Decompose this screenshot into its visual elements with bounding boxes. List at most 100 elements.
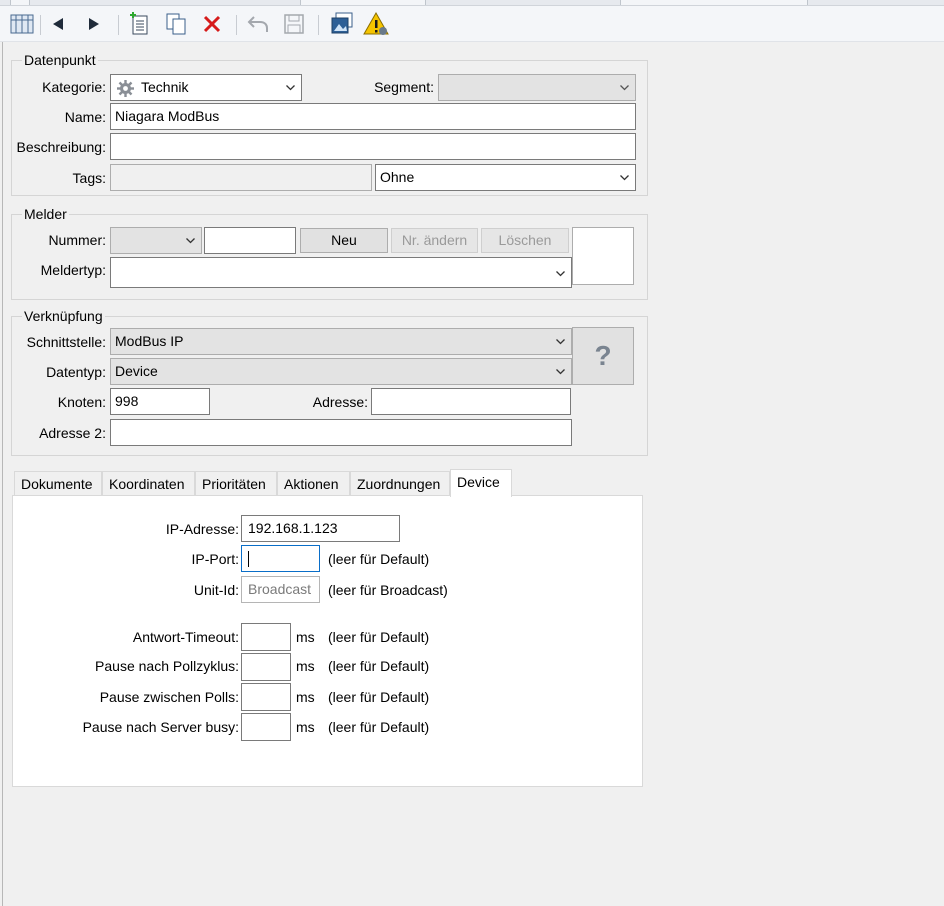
toolbar-separator bbox=[40, 15, 41, 35]
schnittstelle-value: ModBus IP bbox=[115, 333, 184, 349]
top-tab-fragment bbox=[620, 0, 808, 5]
datentyp-label: Datentyp: bbox=[46, 364, 106, 380]
chevron-down-icon bbox=[620, 175, 629, 181]
toolbar bbox=[0, 6, 944, 42]
gear-icon bbox=[117, 80, 134, 97]
datentyp-value: Device bbox=[115, 363, 158, 379]
chevron-down-icon bbox=[186, 238, 195, 244]
tags-input[interactable] bbox=[110, 164, 372, 191]
copy-button[interactable] bbox=[162, 10, 190, 38]
default-hint: (leer für Default) bbox=[328, 658, 430, 674]
tab-aktionen[interactable]: Aktionen bbox=[277, 471, 350, 496]
tags-label: Tags: bbox=[72, 170, 106, 186]
unit-id-input[interactable]: Broadcast bbox=[241, 576, 320, 603]
alarm-button[interactable] bbox=[362, 10, 390, 38]
adresse2-label: Adresse 2: bbox=[39, 425, 106, 441]
nr-aendern-button[interactable]: Nr. ändern bbox=[391, 228, 478, 253]
segment-select[interactable] bbox=[438, 74, 636, 101]
nummer-label: Nummer: bbox=[48, 232, 106, 248]
antwort-timeout-label: Antwort-Timeout: bbox=[132, 629, 239, 645]
ip-adresse-label: IP-Adresse: bbox=[165, 521, 239, 537]
device-tab-panel: IP-Adresse: 192.168.1.123 IP-Port: (leer… bbox=[12, 495, 643, 787]
adresse2-input[interactable] bbox=[110, 419, 572, 446]
delete-icon bbox=[203, 15, 221, 33]
window-left-border bbox=[2, 42, 3, 906]
delete-button[interactable] bbox=[198, 10, 226, 38]
knoten-label: Knoten: bbox=[57, 394, 106, 410]
ip-adresse-input[interactable]: 192.168.1.123 bbox=[241, 515, 400, 542]
help-question-icon: ? bbox=[594, 340, 612, 371]
chevron-down-icon bbox=[556, 369, 565, 375]
neu-button[interactable]: Neu bbox=[300, 228, 388, 253]
knoten-input[interactable]: 998 bbox=[110, 388, 210, 415]
new-document-icon bbox=[130, 12, 148, 35]
text-caret bbox=[248, 551, 249, 568]
pause-nach-server-busy-label: Pause nach Server busy: bbox=[82, 719, 239, 735]
save-icon bbox=[284, 14, 304, 34]
tab-zuordnungen[interactable]: Zuordnungen bbox=[350, 471, 450, 496]
nummer-select[interactable] bbox=[110, 227, 202, 254]
pause-nach-server-busy-input[interactable] bbox=[241, 713, 291, 741]
new-button[interactable] bbox=[126, 10, 154, 38]
chevron-down-icon bbox=[556, 271, 565, 277]
forward-arrow-icon bbox=[89, 18, 99, 30]
beschreibung-input[interactable] bbox=[110, 133, 636, 160]
kategorie-label: Kategorie: bbox=[42, 79, 106, 95]
top-tab-fragment bbox=[10, 0, 30, 5]
tab-dokumente[interactable]: Dokumente bbox=[14, 471, 102, 496]
help-button[interactable]: ? bbox=[572, 327, 634, 385]
adresse-label: Adresse: bbox=[312, 394, 368, 410]
segment-label: Segment: bbox=[374, 79, 434, 95]
verknuepfung-title: Verknüpfung bbox=[22, 308, 105, 324]
toolbar-separator bbox=[318, 15, 319, 35]
datenpunkt-title: Datenpunkt bbox=[22, 52, 98, 68]
save-button[interactable] bbox=[280, 10, 308, 38]
loeschen-button[interactable]: Löschen bbox=[481, 228, 569, 253]
tags-select[interactable]: Ohne bbox=[375, 164, 636, 191]
ms-unit: ms bbox=[296, 629, 315, 645]
tab-device[interactable]: Device bbox=[450, 469, 512, 497]
toolbar-separator bbox=[118, 15, 119, 35]
pause-nach-pollzyklus-input[interactable] bbox=[241, 653, 291, 681]
adresse-input[interactable] bbox=[371, 388, 571, 415]
default-hint: (leer für Default) bbox=[328, 629, 430, 645]
ip-port-label: IP-Port: bbox=[191, 551, 239, 567]
unit-id-label: Unit-Id: bbox=[193, 582, 239, 598]
kategorie-value: Technik bbox=[141, 79, 189, 95]
schnittstelle-select[interactable]: ModBus IP bbox=[110, 328, 572, 355]
tab-koordinaten[interactable]: Koordinaten bbox=[102, 471, 195, 496]
undo-icon bbox=[247, 16, 268, 32]
pause-zwischen-polls-input[interactable] bbox=[241, 683, 291, 711]
image-window-icon bbox=[331, 12, 353, 34]
top-tab-fragment bbox=[300, 0, 426, 5]
alarm-warning-icon bbox=[363, 11, 389, 35]
name-input[interactable]: Niagara ModBus bbox=[110, 103, 636, 130]
name-label: Name: bbox=[64, 109, 106, 125]
tags-select-value: Ohne bbox=[380, 169, 415, 185]
ms-unit: ms bbox=[296, 689, 315, 705]
toolbar-separator bbox=[236, 15, 237, 35]
beschreibung-label: Beschreibung: bbox=[16, 139, 106, 155]
undo-button[interactable] bbox=[244, 10, 272, 38]
copy-icon bbox=[166, 13, 186, 35]
list-view-button[interactable] bbox=[8, 10, 36, 38]
meldertyp-select[interactable] bbox=[110, 257, 572, 288]
antwort-timeout-input[interactable] bbox=[241, 623, 291, 651]
chevron-down-icon bbox=[556, 339, 565, 345]
chevron-down-icon bbox=[620, 85, 629, 91]
list-view-icon bbox=[10, 14, 34, 34]
forward-button[interactable] bbox=[80, 10, 108, 38]
image-window-button[interactable] bbox=[328, 10, 356, 38]
nummer-input[interactable] bbox=[204, 227, 296, 254]
ms-unit: ms bbox=[296, 719, 315, 735]
melder-title: Melder bbox=[22, 206, 69, 222]
pause-zwischen-polls-label: Pause zwischen Polls: bbox=[99, 689, 239, 705]
datentyp-select[interactable]: Device bbox=[110, 358, 572, 385]
ip-port-input[interactable] bbox=[241, 545, 320, 572]
back-button[interactable] bbox=[44, 10, 72, 38]
chevron-down-icon bbox=[286, 85, 295, 91]
tab-prioritaeten[interactable]: Prioritäten bbox=[195, 471, 277, 496]
ms-unit: ms bbox=[296, 658, 315, 674]
unit-id-hint: (leer für Broadcast) bbox=[328, 582, 448, 598]
kategorie-select[interactable]: Technik bbox=[110, 74, 302, 101]
